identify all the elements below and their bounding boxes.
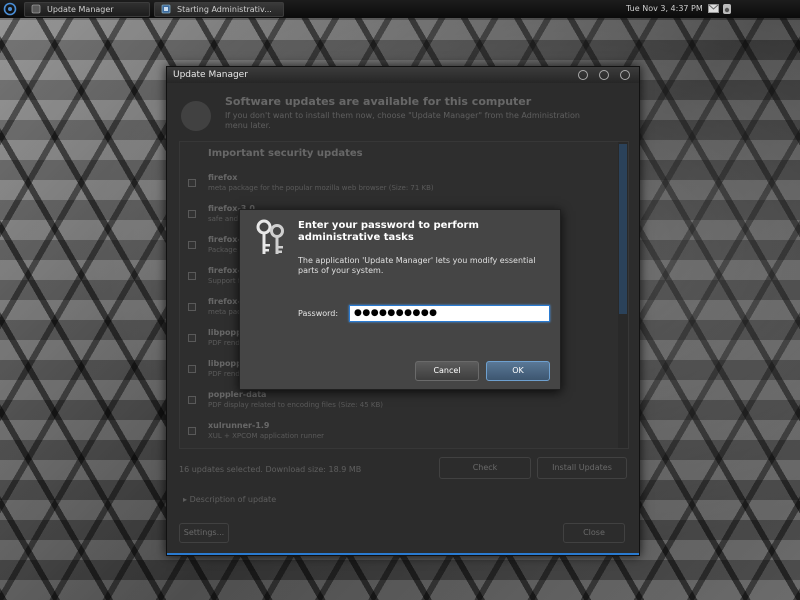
clock[interactable]: Tue Nov 3, 4:37 PM	[626, 4, 703, 13]
update-checkbox[interactable]	[188, 210, 196, 218]
window-titlebar[interactable]: Update Manager	[167, 67, 639, 83]
package-description: XUL + XPCOM application runner	[208, 432, 325, 440]
check-button[interactable]: Check	[439, 457, 531, 479]
update-checkbox[interactable]	[188, 241, 196, 249]
updates-description: If you don't want to install them now, c…	[225, 111, 580, 130]
minimize-button[interactable]	[578, 70, 588, 80]
close-window-button[interactable]	[620, 70, 630, 80]
settings-button[interactable]: Settings...	[179, 523, 229, 543]
window-bottom-edge	[167, 553, 639, 555]
expander-label: Description of update	[189, 495, 277, 504]
main-menu-button[interactable]	[0, 0, 20, 18]
volume-icon[interactable]	[721, 3, 733, 15]
dialog-title: Enter your password to perform administr…	[298, 220, 479, 243]
close-button[interactable]: Close	[563, 523, 625, 543]
update-checkbox[interactable]	[188, 427, 196, 435]
package-name: xulrunner-1.9	[208, 421, 270, 430]
list-section-header: Important security updates	[208, 148, 363, 159]
mail-icon[interactable]	[708, 4, 719, 13]
taskbar-starting-administrative[interactable]: Starting Administrativ...	[154, 1, 284, 17]
package-name: poppler-data	[208, 390, 267, 399]
window-title: Update Manager	[173, 70, 248, 80]
update-checkbox[interactable]	[188, 365, 196, 373]
admin-icon	[161, 4, 171, 14]
update-checkbox[interactable]	[188, 303, 196, 311]
keys-icon	[256, 219, 284, 254]
package-description: meta package for the popular mozilla web…	[208, 184, 434, 192]
taskbar-item-label: Update Manager	[47, 4, 114, 14]
update-checkbox[interactable]	[188, 179, 196, 187]
password-label: Password:	[298, 309, 339, 318]
dialog-message: The application 'Update Manager' lets yo…	[298, 256, 536, 275]
update-checkbox[interactable]	[188, 334, 196, 342]
update-manager-icon	[181, 101, 211, 131]
taskbar-update-manager[interactable]: Update Manager	[24, 1, 150, 17]
cancel-button[interactable]: Cancel	[415, 361, 479, 381]
updates-heading: Software updates are available for this …	[225, 95, 532, 108]
package-name: firefox	[208, 173, 238, 182]
menu-logo-icon	[3, 2, 17, 16]
ok-button[interactable]: OK	[486, 361, 550, 381]
list-scrollbar[interactable]	[618, 142, 628, 448]
maximize-button[interactable]	[599, 70, 609, 80]
download-summary: 16 updates selected. Download size: 18.9…	[179, 465, 362, 474]
update-checkbox[interactable]	[188, 396, 196, 404]
list-item[interactable]: xulrunner-1.9 XUL + XPCOM application ru…	[180, 416, 616, 447]
install-updates-button[interactable]: Install Updates	[537, 457, 627, 479]
password-input[interactable]: ●●●●●●●●●●	[349, 305, 550, 322]
password-dialog: Enter your password to perform administr…	[239, 209, 561, 390]
description-expander[interactable]: ▸ Description of update	[183, 495, 276, 504]
package-description: PDF display related to encoding files (S…	[208, 401, 384, 409]
list-item[interactable]: firefox meta package for the popular moz…	[180, 168, 616, 199]
top-panel: Update Manager Starting Administrativ...…	[0, 0, 800, 18]
update-icon	[31, 4, 41, 14]
update-checkbox[interactable]	[188, 272, 196, 280]
taskbar-item-label: Starting Administrativ...	[177, 4, 272, 14]
scrollbar-thumb[interactable]	[619, 144, 627, 314]
